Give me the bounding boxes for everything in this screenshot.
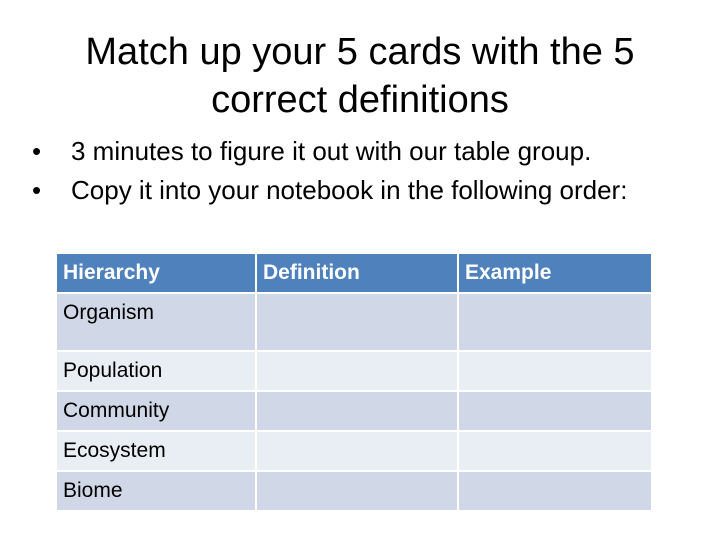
table-row: Organism <box>55 292 653 352</box>
bullet-icon: • <box>32 175 42 205</box>
bullet-icon: • <box>32 136 42 166</box>
table-header-row: Hierarchy Definition Example <box>55 252 653 294</box>
cell-example <box>457 292 653 352</box>
table-row: Community <box>55 390 653 432</box>
table-row: Population <box>55 350 653 392</box>
cell-example <box>457 470 653 512</box>
cell-definition <box>255 430 459 472</box>
table-row: Biome <box>55 470 653 512</box>
cell-hierarchy: Biome <box>55 470 257 512</box>
title-line-2: correct definitions <box>211 79 509 121</box>
header-definition: Definition <box>255 252 459 294</box>
cell-definition <box>255 390 459 432</box>
header-hierarchy: Hierarchy <box>55 252 257 294</box>
cell-definition <box>255 470 459 512</box>
bullet-text: Copy it into your notebook in the follow… <box>71 175 628 205</box>
title-line-1: Match up your 5 cards with the 5 <box>85 31 635 73</box>
hierarchy-table: Hierarchy Definition Example Organism Po… <box>55 252 653 512</box>
cell-example <box>457 390 653 432</box>
bullet-list: • 3 minutes to figure it out with our ta… <box>30 136 690 214</box>
cell-hierarchy: Ecosystem <box>55 430 257 472</box>
cell-definition <box>255 350 459 392</box>
cell-hierarchy: Population <box>55 350 257 392</box>
bullet-item: • 3 minutes to figure it out with our ta… <box>30 136 690 167</box>
bullet-text: 3 minutes to figure it out with our tabl… <box>71 136 592 166</box>
cell-example <box>457 430 653 472</box>
slide-title: Match up your 5 cards with the 5 correct… <box>20 28 700 124</box>
bullet-item: • Copy it into your notebook in the foll… <box>30 175 690 206</box>
cell-example <box>457 350 653 392</box>
table-row: Ecosystem <box>55 430 653 472</box>
cell-definition <box>255 292 459 352</box>
cell-hierarchy: Community <box>55 390 257 432</box>
cell-hierarchy: Organism <box>55 292 257 352</box>
header-example: Example <box>457 252 653 294</box>
